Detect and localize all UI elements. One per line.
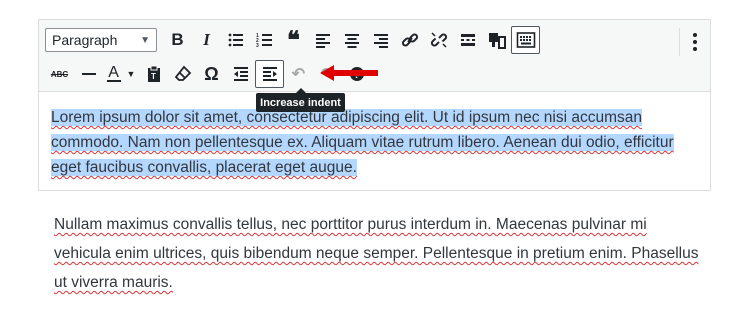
undo-icon: ↶ (291, 66, 306, 83)
increase-indent-icon (262, 67, 277, 81)
strikethrough-button[interactable]: ABC (45, 60, 74, 88)
text-color-letter: A (108, 64, 119, 81)
paste-as-text-button[interactable]: T (139, 60, 168, 88)
chevron-down-icon: ▼ (140, 34, 150, 46)
format-select-value: Paragraph (52, 32, 118, 48)
align-left-button[interactable] (308, 26, 337, 54)
align-right-button[interactable] (366, 26, 395, 54)
read-more-button[interactable] (453, 26, 482, 54)
numbered-list-button[interactable]: 123 (250, 26, 279, 54)
editor-paragraph: Lorem ipsum dolor sit amet, consectetur … (51, 105, 701, 180)
toolbar-row-2: ABC A ▼ T Ω ↶ (45, 58, 545, 90)
bold-icon: B (171, 30, 184, 49)
annotation-arrow (320, 65, 378, 81)
text-color-button[interactable]: A ▼ (103, 60, 139, 88)
rendered-paragraph: Nullam maximus convallis tellus, nec por… (54, 210, 704, 297)
rich-text-editor: Paragraph ▼ B I 123 ❝ ABC A ▼ T Ω ↶ Lore… (38, 19, 711, 191)
align-right-icon (373, 34, 388, 48)
chevron-down-icon: ▼ (126, 69, 136, 79)
decrease-indent-icon (233, 67, 248, 81)
insert-link-icon (401, 33, 418, 47)
clear-formatting-button[interactable] (168, 60, 197, 88)
decrease-indent-button[interactable] (226, 60, 255, 88)
horizontal-line-icon (81, 73, 96, 75)
strikethrough-icon: ABC (50, 69, 69, 79)
blockquote-button[interactable]: ❝ (279, 26, 308, 54)
increase-indent-button[interactable] (255, 60, 284, 88)
align-center-button[interactable] (337, 26, 366, 54)
svg-text:T: T (151, 72, 156, 81)
rendered-paragraph-text: Nullam maximus convallis tellus, nec por… (54, 216, 699, 291)
remove-link-button[interactable] (424, 26, 453, 54)
toolbar-toggle-button[interactable] (482, 26, 511, 54)
bulleted-list-icon (228, 33, 243, 47)
special-character-button[interactable]: Ω (197, 60, 226, 88)
selected-text: Lorem ipsum dolor sit amet, consectetur … (51, 109, 674, 176)
more-options-button[interactable] (679, 28, 709, 56)
paste-as-text-icon: T (147, 65, 160, 82)
read-more-icon (460, 34, 475, 46)
text-color-icon: A (106, 64, 121, 82)
svg-text:3: 3 (256, 43, 259, 49)
clear-formatting-icon (174, 65, 191, 81)
numbered-list-icon: 123 (256, 33, 272, 49)
format-select[interactable]: Paragraph ▼ (45, 28, 157, 52)
bold-button[interactable]: B (163, 26, 192, 54)
undo-button[interactable]: ↶ (284, 60, 313, 88)
editor-content[interactable]: Lorem ipsum dolor sit amet, consectetur … (51, 105, 701, 180)
bulleted-list-button[interactable] (221, 26, 250, 54)
horizontal-line-button[interactable] (74, 60, 103, 88)
increase-indent-tooltip: Increase indent (256, 88, 345, 112)
special-character-icon: Ω (204, 63, 219, 84)
keyboard-shortcuts-icon (516, 32, 535, 48)
italic-icon: I (203, 30, 210, 49)
remove-link-icon (430, 31, 447, 49)
align-center-icon (344, 34, 359, 48)
blockquote-icon: ❝ (287, 26, 300, 54)
toolbar-toggle-icon (488, 33, 506, 49)
align-left-icon (315, 34, 330, 48)
insert-link-button[interactable] (395, 26, 424, 54)
tooltip-text: Increase indent (260, 96, 341, 109)
keyboard-shortcuts-button[interactable] (511, 26, 540, 54)
more-options-icon (692, 33, 697, 51)
toolbar-row-1: Paragraph ▼ B I 123 ❝ (45, 24, 705, 56)
italic-button[interactable]: I (192, 26, 221, 54)
